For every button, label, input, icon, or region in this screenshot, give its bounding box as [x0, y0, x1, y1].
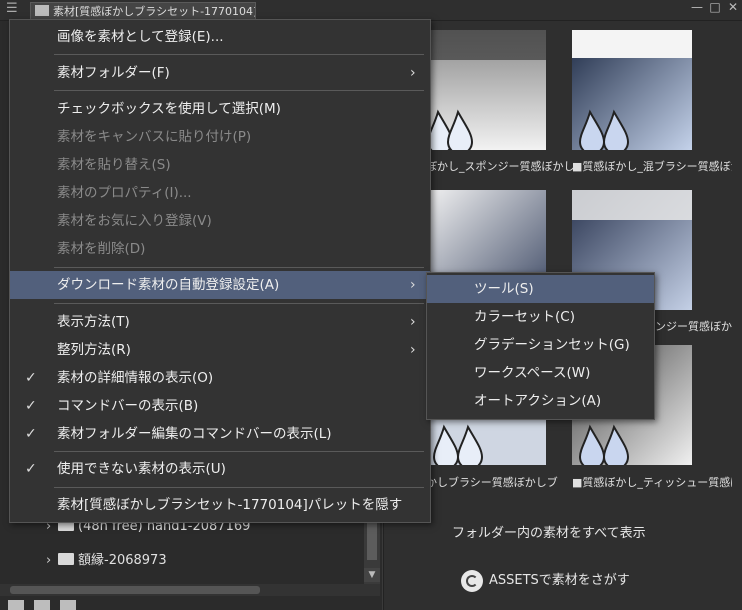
menu-separator [54, 451, 424, 452]
submenu-item-tool[interactable]: ツール(S) [427, 275, 654, 303]
menu-separator [54, 487, 424, 488]
material-caption: ■質感ぼかし_ティッシュー質感ぼかし [572, 476, 732, 489]
submenu-item-color-set[interactable]: カラーセット(C) [427, 303, 654, 331]
horizontal-scrollbar-thumb[interactable] [10, 586, 260, 594]
submenu-item-auto-action[interactable]: オートアクション(A) [427, 387, 654, 415]
chevron-right-icon: › [410, 277, 416, 293]
menu-item-show-details[interactable]: ✓ 素材の詳細情報の表示(O) [10, 364, 430, 392]
material-caption: ■質感ぼかし_混ブラシー質感ぼかし [572, 160, 732, 173]
submenu-item-gradient-set[interactable]: グラデーションセット(G) [427, 331, 654, 359]
menu-item-show-unusable[interactable]: ✓ 使用できない素材の表示(U) [10, 455, 430, 483]
folder-edit-icon[interactable] [60, 600, 76, 610]
menu-item-sort-method[interactable]: 整列方法(R) › [10, 336, 430, 364]
menu-item-material-folder[interactable]: 素材フォルダー(F) › [10, 59, 430, 87]
close-icon[interactable]: ✕ [726, 0, 740, 14]
folder-icon [58, 553, 74, 565]
minimize-icon[interactable]: — [690, 0, 704, 14]
check-icon: ✓ [25, 398, 37, 414]
menu-item-replace-material[interactable]: 素材を貼り替え(S) [10, 151, 430, 179]
palette-menu-icon[interactable]: ☰ [6, 2, 20, 16]
folder-icon [35, 5, 49, 16]
search-assets-button[interactable]: ASSETSで素材をさがす [461, 568, 661, 594]
chevron-right-icon: › [410, 342, 416, 358]
tree-item-label: 額縁-2068973 [78, 553, 167, 568]
material-caption: かしブラシー質感ぼかしブ [426, 476, 558, 489]
new-folder-icon[interactable] [8, 600, 24, 610]
scroll-down-arrow-icon[interactable]: ▼ [364, 568, 380, 582]
menu-item-paste-to-canvas[interactable]: 素材をキャンバスに貼り付け(P) [10, 123, 430, 151]
chevron-right-icon: › [410, 314, 416, 330]
material-caption: ンジー質感ぼか [655, 320, 732, 333]
material-thumbnail[interactable] [426, 30, 546, 150]
search-assets-label: ASSETSで素材をさがす [489, 573, 630, 588]
material-thumbnail[interactable] [572, 30, 692, 150]
menu-item-material-properties[interactable]: 素材のプロパティ(I)... [10, 179, 430, 207]
check-icon: ✓ [25, 370, 37, 386]
menu-separator [54, 54, 424, 55]
maximize-icon[interactable]: □ [708, 0, 722, 14]
menu-item-checkbox-select[interactable]: チェックボックスを使用して選択(M) [10, 95, 430, 123]
menu-separator [54, 90, 424, 91]
assets-logo-icon [461, 569, 483, 592]
menu-item-auto-register-downloads[interactable]: ダウンロード素材の自動登録設定(A) › [10, 271, 430, 299]
menu-item-hide-palette[interactable]: 素材[質感ぼかしブラシセット-1770104]パレットを隠す [10, 491, 430, 519]
menu-item-add-favorite[interactable]: 素材をお気に入り登録(V) [10, 207, 430, 235]
chevron-right-icon[interactable]: › [46, 550, 56, 572]
menu-item-show-command-bar[interactable]: ✓ コマンドバーの表示(B) [10, 392, 430, 420]
menu-item-show-folder-edit-bar[interactable]: ✓ 素材フォルダー編集のコマンドバーの表示(L) [10, 420, 430, 448]
show-all-materials-button[interactable]: フォルダー内の素材をすべて表示 [452, 524, 652, 544]
menu-item-delete-material[interactable]: 素材を削除(D) [10, 235, 430, 263]
material-caption: ぼかし_スポンジー質感ぼかし [426, 160, 575, 173]
check-icon: ✓ [25, 426, 37, 442]
context-menu: 画像を素材として登録(E)... 素材フォルダー(F) › チェックボックスを使用… [9, 19, 431, 523]
check-icon: ✓ [25, 461, 37, 477]
chevron-right-icon: › [410, 65, 416, 81]
folder-icon[interactable] [34, 600, 50, 610]
menu-item-register-image[interactable]: 画像を素材として登録(E)... [10, 23, 430, 51]
menu-separator [54, 303, 424, 304]
menu-separator [54, 267, 424, 268]
tree-item[interactable]: › 額縁-2068973 [46, 550, 346, 572]
auto-register-submenu: ツール(S) カラーセット(C) グラデーションセット(G) ワークスペース(W… [426, 272, 655, 420]
palette-tab-title: 素材[質感ぼかしブラシセット-1770104] [53, 5, 256, 18]
submenu-item-workspace[interactable]: ワークスペース(W) [427, 359, 654, 387]
menu-item-display-method[interactable]: 表示方法(T) › [10, 308, 430, 336]
